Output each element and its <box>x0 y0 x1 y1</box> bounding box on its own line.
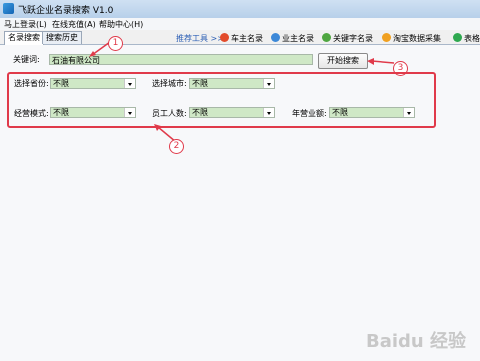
staff-count-value: 不限 <box>192 108 208 117</box>
province-value: 不限 <box>53 79 69 88</box>
staff-count-label: 员工人数: <box>152 109 187 118</box>
chevron-down-icon <box>124 79 135 88</box>
chevron-down-icon <box>124 108 135 117</box>
province-label: 选择省份: <box>14 79 49 88</box>
city-select[interactable]: 不限 <box>189 78 275 89</box>
tool-car-owner[interactable]: 车主名录 <box>220 33 263 44</box>
chevron-down-icon <box>403 108 414 117</box>
start-search-button[interactable]: 开始搜索 <box>318 53 368 69</box>
annotation-badge-1: 1 <box>108 36 123 51</box>
annual-revenue-value: 不限 <box>332 108 348 117</box>
tab-search-history[interactable]: 搜索历史 <box>42 31 82 44</box>
tool-taobao-label: 淘宝数据采集 <box>393 34 441 43</box>
business-mode-value: 不限 <box>53 108 69 117</box>
city-value: 不限 <box>192 79 208 88</box>
annotation-arrow-3 <box>367 58 395 65</box>
car-icon <box>220 33 229 42</box>
chevron-down-icon <box>263 108 274 117</box>
province-select[interactable]: 不限 <box>50 78 136 89</box>
business-mode-label: 经营模式: <box>14 109 49 118</box>
staff-count-select[interactable]: 不限 <box>189 107 275 118</box>
city-label: 选择城市: <box>152 79 187 88</box>
tool-keyword[interactable]: 关键字名录 <box>322 33 373 44</box>
recommend-tools-label: 推荐工具 >> <box>176 34 224 43</box>
watermark: Baidu 经验 <box>365 331 466 352</box>
table-icon <box>453 33 462 42</box>
chevron-down-icon <box>263 79 274 88</box>
menu-recharge[interactable]: 在线充值(A) <box>52 19 96 30</box>
tool-property-owner[interactable]: 业主名录 <box>271 33 314 44</box>
menu-help[interactable]: 帮助中心(H) <box>99 19 143 30</box>
app-icon <box>3 3 14 14</box>
tab-directory-search[interactable]: 名录搜索 <box>4 31 44 45</box>
tool-taobao[interactable]: 淘宝数据采集 <box>382 33 441 44</box>
menu-login[interactable]: 马上登录(L) <box>4 19 47 30</box>
tool-table-label: 表格 <box>464 34 480 43</box>
annual-revenue-select[interactable]: 不限 <box>329 107 415 118</box>
tool-keyword-label: 关键字名录 <box>333 34 373 43</box>
tool-car-owner-label: 车主名录 <box>231 34 263 43</box>
tool-table[interactable]: 表格 <box>453 33 480 44</box>
window-title: 飞跃企业名录搜索 V1.0 <box>18 6 114 16</box>
keyword-label: 关键词: <box>13 55 40 64</box>
search-icon <box>322 33 331 42</box>
annual-revenue-label: 年营业额: <box>292 109 327 118</box>
house-icon <box>271 33 280 42</box>
annotation-badge-2: 2 <box>169 139 184 154</box>
tool-property-owner-label: 业主名录 <box>282 34 314 43</box>
business-mode-select[interactable]: 不限 <box>50 107 136 118</box>
shop-icon <box>382 33 391 42</box>
